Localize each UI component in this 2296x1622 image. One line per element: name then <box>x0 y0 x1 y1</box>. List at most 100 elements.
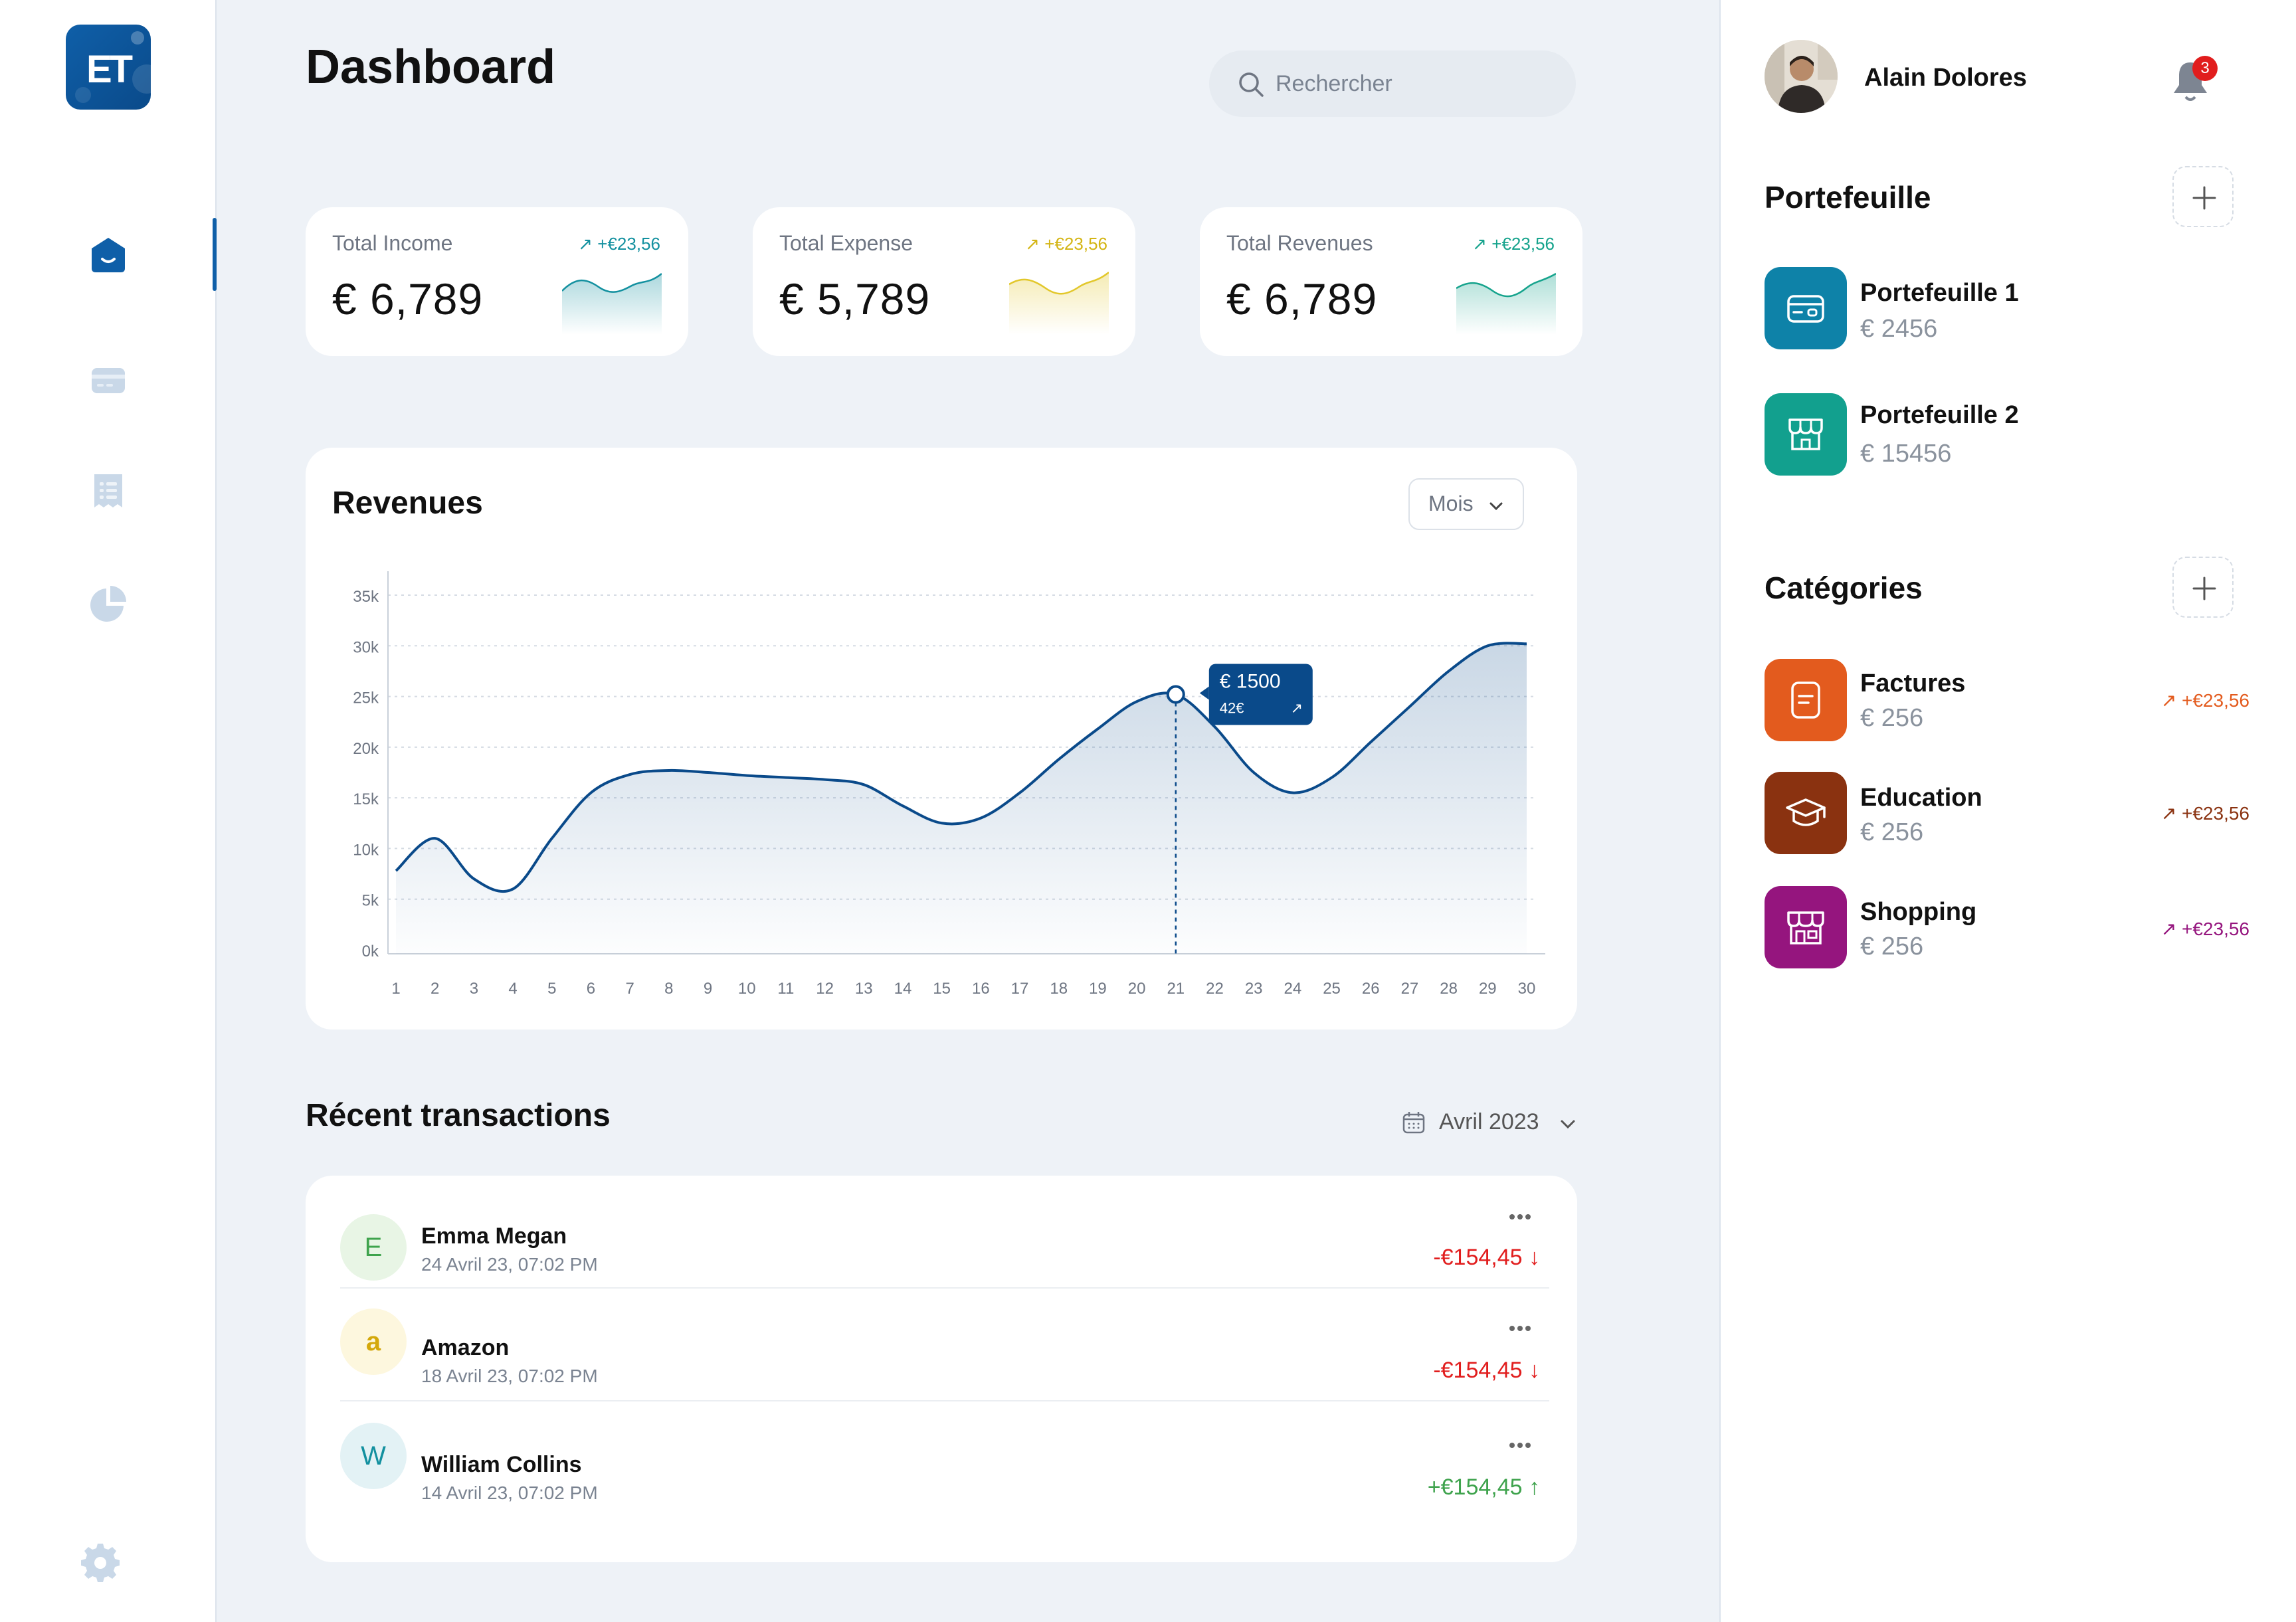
stat-label: Total Expense <box>779 231 913 255</box>
more-options-icon[interactable] <box>1507 1439 1533 1452</box>
x-tick-label: 13 <box>855 980 873 998</box>
transaction-amount-value: -€154,45 <box>1433 1245 1523 1270</box>
sparkline-expense <box>1009 272 1109 335</box>
more-options-icon[interactable] <box>1507 1210 1533 1223</box>
store-icon <box>1765 393 1847 476</box>
category-delta-value: +€23,56 <box>2182 919 2249 939</box>
portefeuille-value: € 2456 <box>1860 315 1938 343</box>
x-tick-label: 7 <box>625 980 634 998</box>
page-title: Dashboard <box>306 41 556 94</box>
x-tick-label: 4 <box>508 980 517 998</box>
category-delta: ↗ +€23,56 <box>2160 690 2249 711</box>
transaction-avatar: E <box>340 1214 407 1281</box>
x-tick-label: 3 <box>470 980 478 998</box>
app-logo[interactable]: ET <box>66 25 151 110</box>
revenues-panel: 0k 5k 10k 15k 20k 25k 30k 35k 1 2 3 4 5 6 7 8 9 10 11 12 13 1… <box>306 448 1577 1030</box>
transactions-title: Récent transactions <box>306 1098 611 1133</box>
transaction-row[interactable]: W William Collins 14 Avril 23, 07:02 PM … <box>340 1401 1549 1514</box>
more-options-icon[interactable] <box>1507 1322 1533 1335</box>
receipt-icon[interactable] <box>88 470 129 511</box>
bill-icon <box>1765 659 1847 741</box>
x-tick-label: 5 <box>547 980 556 998</box>
revenues-title: Revenues <box>332 486 483 521</box>
stat-card-revenues[interactable]: Total Revenues € 6,789 ↗ +€23,56 <box>1200 207 1582 356</box>
stat-delta: ↗ +€23,56 <box>578 234 660 254</box>
transaction-row[interactable]: a Amazon 18 Avril 23, 07:02 PM -€154,45 … <box>340 1289 1549 1401</box>
x-tick-label: 24 <box>1284 980 1302 998</box>
sparkline-income <box>562 273 662 335</box>
stat-delta-value: +€23,56 <box>1491 234 1555 254</box>
transaction-amount: -€154,45 ↓ <box>1433 1358 1540 1384</box>
search-bar[interactable] <box>1209 50 1576 117</box>
transaction-row[interactable]: E Emma Megan 24 Avril 23, 07:02 PM -€154… <box>340 1176 1549 1289</box>
plus-icon <box>2192 577 2216 600</box>
period-dropdown[interactable]: Mois <box>1408 478 1524 530</box>
x-tick-label: 8 <box>664 980 673 998</box>
transaction-name: William Collins <box>421 1452 582 1477</box>
stat-value: € 5,789 <box>779 274 931 323</box>
pie-chart-icon[interactable] <box>88 583 129 624</box>
category-name: Shopping <box>1860 898 1977 926</box>
stat-value: € 6,789 <box>332 274 484 323</box>
x-tick-label: 27 <box>1401 980 1419 998</box>
gear-icon[interactable] <box>80 1541 121 1582</box>
stat-card-income[interactable]: Total Income € 6,789 ↗ +€23,56 <box>306 207 688 356</box>
x-tick-label: 15 <box>933 980 951 998</box>
arrow-down-icon: ↓ <box>1529 1245 1540 1270</box>
x-tick-label: 21 <box>1167 980 1185 998</box>
category-value: € 256 <box>1860 818 1924 846</box>
transaction-avatar: W <box>340 1423 407 1489</box>
chevron-down-icon <box>1489 502 1503 511</box>
logo-decoration <box>131 31 144 45</box>
category-delta-value: +€23,56 <box>2182 690 2249 711</box>
highlight-point <box>1166 685 1185 704</box>
period-dropdown-label: Mois <box>1428 492 1474 515</box>
add-portefeuille-button[interactable] <box>2172 166 2234 227</box>
y-tick-label: 30k <box>353 638 379 656</box>
add-category-button[interactable] <box>2172 557 2234 618</box>
stat-delta-value: +€23,56 <box>597 234 660 254</box>
x-tick-label: 29 <box>1479 980 1497 998</box>
home-icon[interactable] <box>88 234 129 275</box>
shop-icon <box>1765 886 1847 968</box>
y-tick-label: 5k <box>362 892 379 910</box>
portefeuille-title: Portefeuille <box>1765 180 1931 215</box>
transaction-amount: +€154,45 ↑ <box>1428 1475 1540 1500</box>
date-filter-dropdown[interactable]: Avril 2023 <box>1402 1103 1577 1142</box>
stat-card-expense[interactable]: Total Expense € 5,789 ↗ +€23,56 <box>753 207 1135 356</box>
revenues-chart: 0k5k10k15k20k25k30k35k1 2 3 4 5 6 7 8 9 10 11 12 13 1… <box>353 571 1545 998</box>
user-name: Alain Dolores <box>1864 64 2027 92</box>
x-tick-label: 11 <box>777 980 794 998</box>
x-tick-label: 26 <box>1362 980 1380 998</box>
user-avatar[interactable] <box>1765 40 1838 113</box>
arrow-down-icon: ↓ <box>1529 1358 1540 1383</box>
y-tick-label: 0k <box>362 943 379 960</box>
stat-delta: ↗ +€23,56 <box>1472 234 1555 254</box>
nav-active-indicator <box>213 218 217 291</box>
search-input[interactable] <box>1276 65 1555 102</box>
x-tick-label: 6 <box>587 980 595 998</box>
logo-text: ET <box>86 48 133 91</box>
category-delta: ↗ +€23,56 <box>2160 919 2249 939</box>
arrow-up-icon: ↑ <box>1529 1475 1540 1500</box>
y-tick-label: 20k <box>353 740 379 758</box>
transaction-date: 14 Avril 23, 07:02 PM <box>421 1483 598 1503</box>
stat-delta-value: +€23,56 <box>1044 234 1107 254</box>
stat-value: € 6,789 <box>1226 274 1378 323</box>
y-tick-label: 35k <box>353 588 379 606</box>
category-name: Education <box>1860 784 1982 812</box>
x-tick-label: 28 <box>1440 980 1458 998</box>
transaction-name: Amazon <box>421 1335 510 1360</box>
transaction-amount-value: -€154,45 <box>1433 1358 1523 1383</box>
card-icon[interactable] <box>88 360 129 401</box>
categories-title: Catégories <box>1765 571 1923 605</box>
transaction-amount-value: +€154,45 <box>1427 1475 1523 1500</box>
stat-label: Total Income <box>332 231 453 255</box>
transaction-avatar: a <box>340 1308 407 1375</box>
date-filter-label: Avril 2023 <box>1439 1109 1539 1134</box>
x-tick-label: 2 <box>430 980 439 998</box>
stat-delta: ↗ +€23,56 <box>1025 234 1107 254</box>
tooltip-value: € 1500 <box>1220 671 1281 693</box>
transactions-list: E Emma Megan 24 Avril 23, 07:02 PM -€154… <box>306 1176 1577 1562</box>
wallet-card-icon <box>1765 267 1847 349</box>
